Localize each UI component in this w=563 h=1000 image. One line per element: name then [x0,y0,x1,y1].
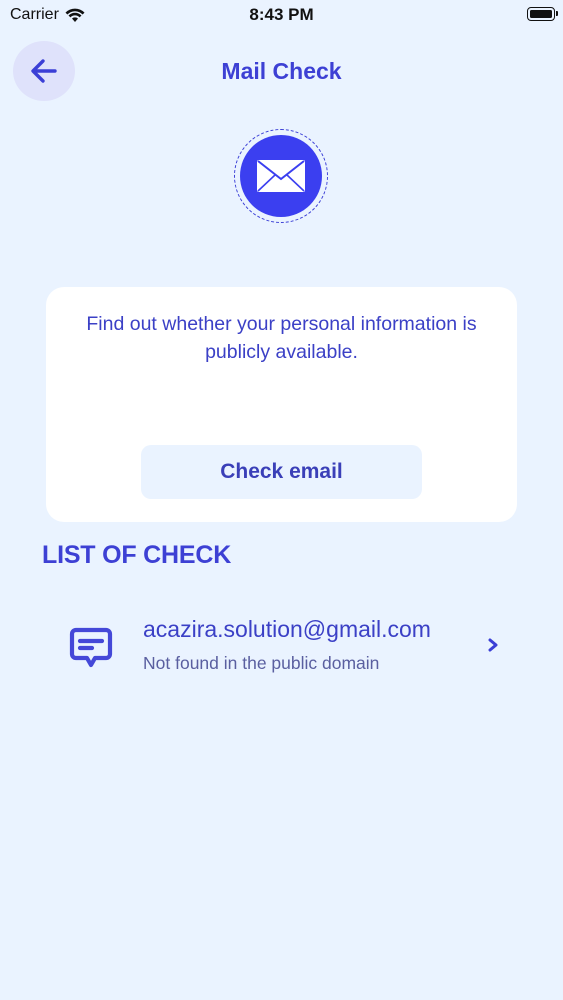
page-title: Mail Check [221,58,342,84]
mail-hero [234,129,328,223]
status-bar: Carrier 8:43 PM [0,0,563,30]
chevron-right-icon [488,638,498,652]
section-title: LIST OF CHECK [42,541,232,569]
status-time: 8:43 PM [249,5,314,24]
check-email-button[interactable]: Check email [141,445,422,499]
battery-icon [527,7,558,21]
list-item-email: acazira.solution@gmail.com [143,616,431,642]
mail-hero-circle [240,135,322,217]
envelope-icon [257,160,305,192]
list-item[interactable]: acazira.solution@gmail.com Not found in … [46,604,517,686]
info-text: Find out whether your personal informati… [86,313,477,363]
info-card: Find out whether your personal informati… [46,287,517,522]
message-icon [69,627,113,668]
list-item-status: Not found in the public domain [143,653,380,673]
